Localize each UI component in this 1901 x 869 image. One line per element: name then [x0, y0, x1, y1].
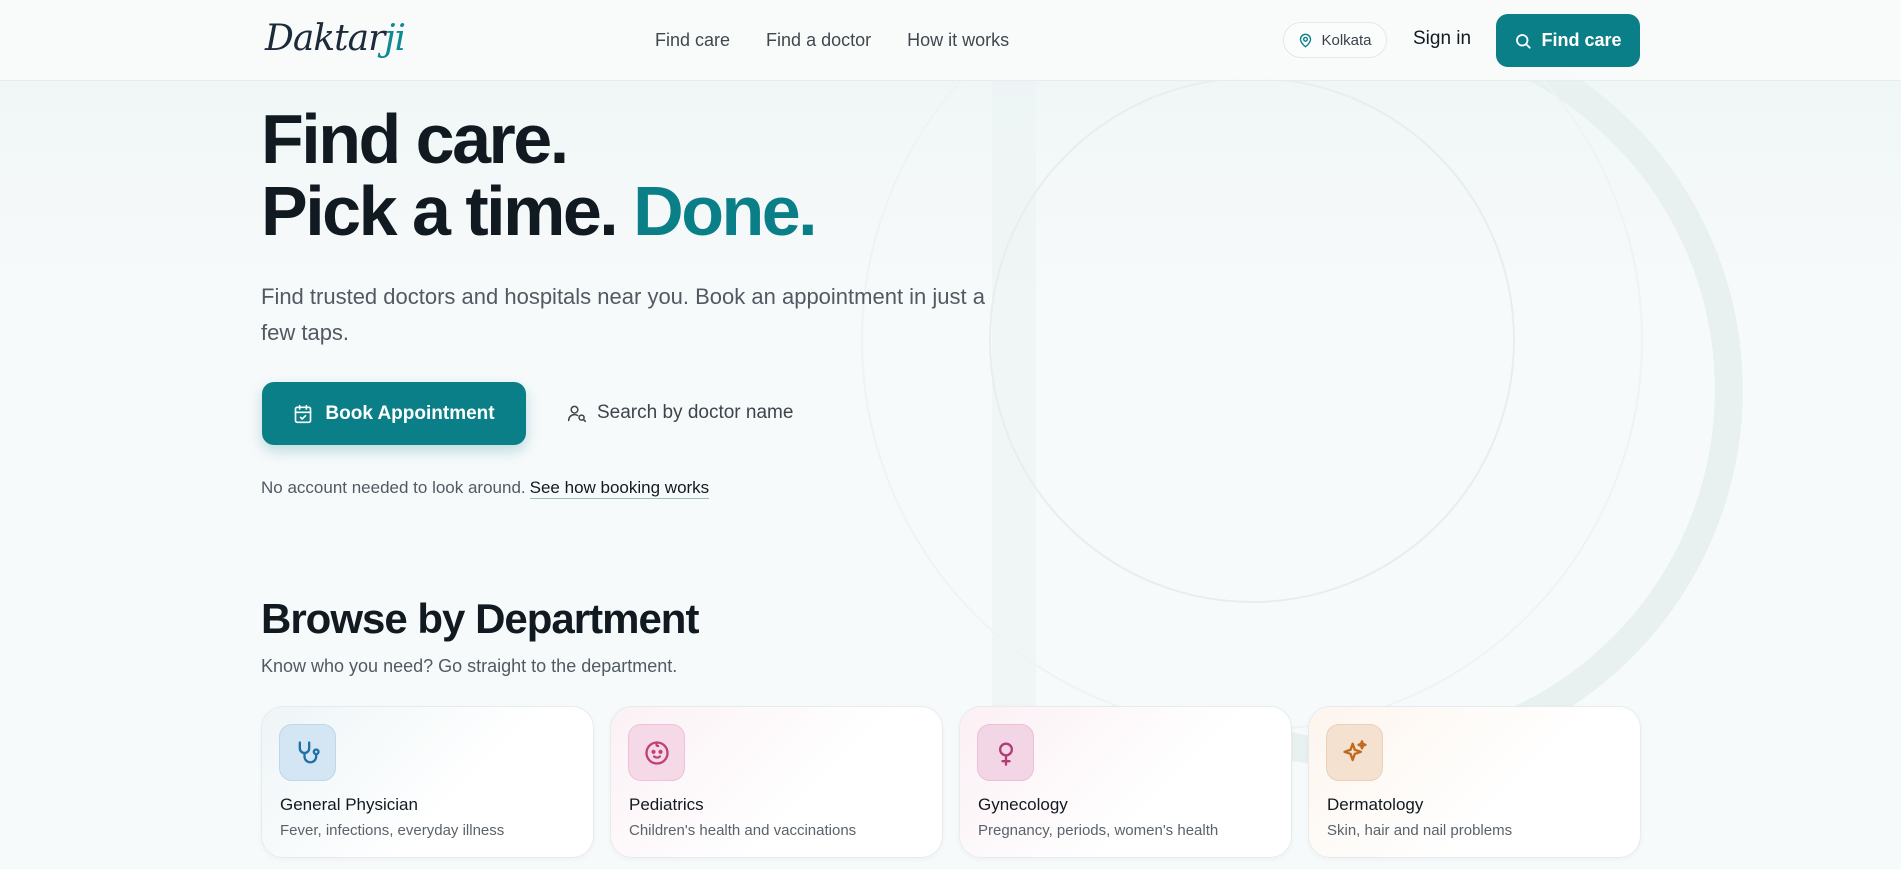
department-name: Gynecology — [978, 795, 1068, 814]
see-how-booking-works-link[interactable]: See how booking works — [529, 478, 710, 499]
book-appointment-label: Book Appointment — [325, 402, 495, 424]
department-card-general-physician[interactable]: General Physician Fever, infections, eve… — [261, 706, 594, 858]
hero-heading: Find care. Pick a time. Done. — [261, 100, 818, 250]
nav-find-a-doctor[interactable]: Find a doctor — [766, 30, 871, 51]
no-account-text: No account needed to look around. — [261, 478, 526, 497]
map-pin-icon — [1300, 33, 1312, 47]
hero-line-2: Pick a time. — [261, 172, 619, 250]
search-by-doctor-label: Search by doctor name — [597, 402, 794, 423]
department-name: General Physician — [280, 795, 418, 814]
departments-subtitle: Know who you need? Go straight to the de… — [261, 656, 678, 676]
find-care-button[interactable]: Find care — [1496, 14, 1640, 67]
location-selector[interactable]: Kolkata — [1283, 22, 1387, 58]
department-card-gynecology[interactable]: Gynecology Pregnancy, periods, women's h… — [959, 706, 1292, 858]
no-account-note: No account needed to look around. See how… — [261, 478, 710, 499]
top-navigation-bar: Daktarji Find care Find a doctor How it … — [0, 0, 1901, 81]
calendar-check-icon — [295, 404, 312, 423]
baby-face-icon — [628, 724, 685, 781]
sparkles-icon — [1326, 724, 1383, 781]
daktarji-logo[interactable]: Daktarji — [265, 14, 406, 64]
departments-heading: Browse by Department — [261, 595, 699, 642]
department-description: Skin, hair and nail problems — [1327, 822, 1513, 839]
main-nav: Find care Find a doctor How it works — [655, 0, 1009, 81]
search-by-doctor-link[interactable]: Search by doctor name — [567, 398, 793, 428]
department-card-dermatology[interactable]: Dermatology Skin, hair and nail problems — [1308, 706, 1641, 858]
hero-accent: Done. — [633, 172, 817, 250]
nav-how-it-works[interactable]: How it works — [907, 30, 1009, 51]
user-search-icon — [567, 405, 587, 423]
search-icon — [1516, 33, 1532, 49]
stethoscope-icon — [279, 724, 336, 781]
book-appointment-button[interactable]: Book Appointment — [262, 382, 526, 445]
department-description: Fever, infections, everyday illness — [280, 822, 505, 839]
find-care-button-label: Find care — [1541, 30, 1622, 50]
hero-line-1: Find care. — [261, 100, 569, 178]
female-symbol-icon — [977, 724, 1034, 781]
hero-subtitle: Find trusted doctors and hospitals near … — [261, 284, 985, 345]
sign-in-link[interactable]: Sign in — [1413, 28, 1471, 50]
department-description: Pregnancy, periods, women's health — [978, 822, 1219, 839]
department-description: Children's health and vaccinations — [629, 822, 857, 839]
location-label: Kolkata — [1321, 31, 1372, 49]
department-name: Dermatology — [1327, 795, 1424, 814]
nav-find-care[interactable]: Find care — [655, 30, 730, 51]
department-name: Pediatrics — [629, 795, 704, 814]
department-card-pediatrics[interactable]: Pediatrics Children's health and vaccina… — [610, 706, 943, 858]
department-cards: General Physician Fever, infections, eve… — [261, 706, 1641, 858]
